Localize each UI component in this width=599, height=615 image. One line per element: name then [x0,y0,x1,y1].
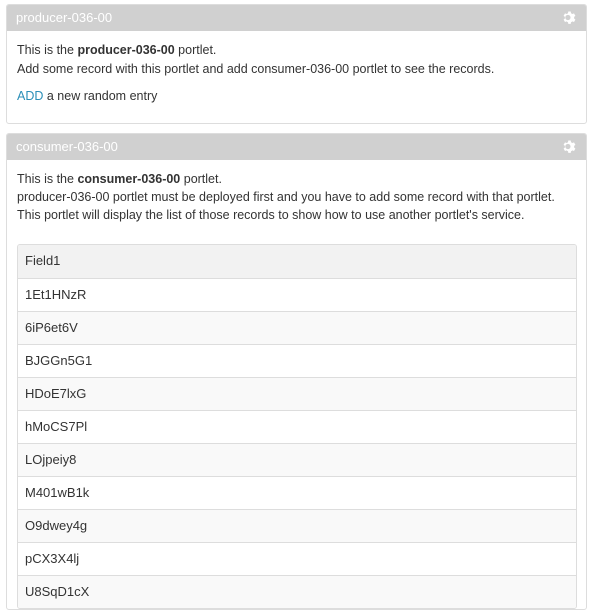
add-entry-link[interactable]: ADD [17,89,43,103]
table-row: M401wB1k [18,476,576,509]
consumer-intro-name: consumer-036-00 [77,172,181,186]
producer-portlet-header: producer-036-00 [7,5,586,31]
table-row: 1Et1HNzR [18,278,576,311]
consumer-intro-prefix: This is the [17,172,78,186]
gear-icon[interactable] [562,10,577,25]
table-row: U8SqD1cX [18,575,576,608]
add-entry-text: a new random entry [43,89,158,103]
table-row: hMoCS7Pl [18,410,576,443]
producer-intro-name: producer-036-00 [77,43,175,57]
consumer-description-text: This portlet will display the list of th… [17,208,525,222]
table-row: LOjpeiy8 [18,443,576,476]
gear-icon[interactable] [562,139,577,154]
table-row: 6iP6et6V [18,311,576,344]
table-row: HDoE7lxG [18,377,576,410]
consumer-portlet-title: consumer-036-00 [16,139,118,154]
table-row: BJGGn5G1 [18,344,576,377]
consumer-portlet: consumer-036-00 This is the consumer-036… [6,133,587,610]
producer-instructions: Add some record with this portlet and ad… [17,62,495,76]
producer-portlet: producer-036-00 This is the producer-036… [6,4,587,124]
producer-intro: This is the producer-036-00 portlet. [17,43,216,58]
consumer-portlet-header: consumer-036-00 [7,134,586,160]
table-row: O9dwey4g [18,509,576,542]
producer-intro-suffix: portlet. [174,43,217,57]
consumer-intro: This is the consumer-036-00 portlet. [17,172,222,187]
table-row: pCX3X4lj [18,542,576,575]
records-table: Field1 1Et1HNzR 6iP6et6V BJGGn5G1 HDoE7l… [17,244,577,609]
consumer-intro-suffix: portlet. [180,172,222,186]
producer-intro-prefix: This is the [17,43,78,57]
consumer-requirement-text: producer-036-00 portlet must be deployed… [17,190,555,204]
producer-portlet-title: producer-036-00 [16,10,113,25]
producer-add-line: ADD a new random entry [17,89,157,104]
table-header: Field1 [18,245,576,278]
